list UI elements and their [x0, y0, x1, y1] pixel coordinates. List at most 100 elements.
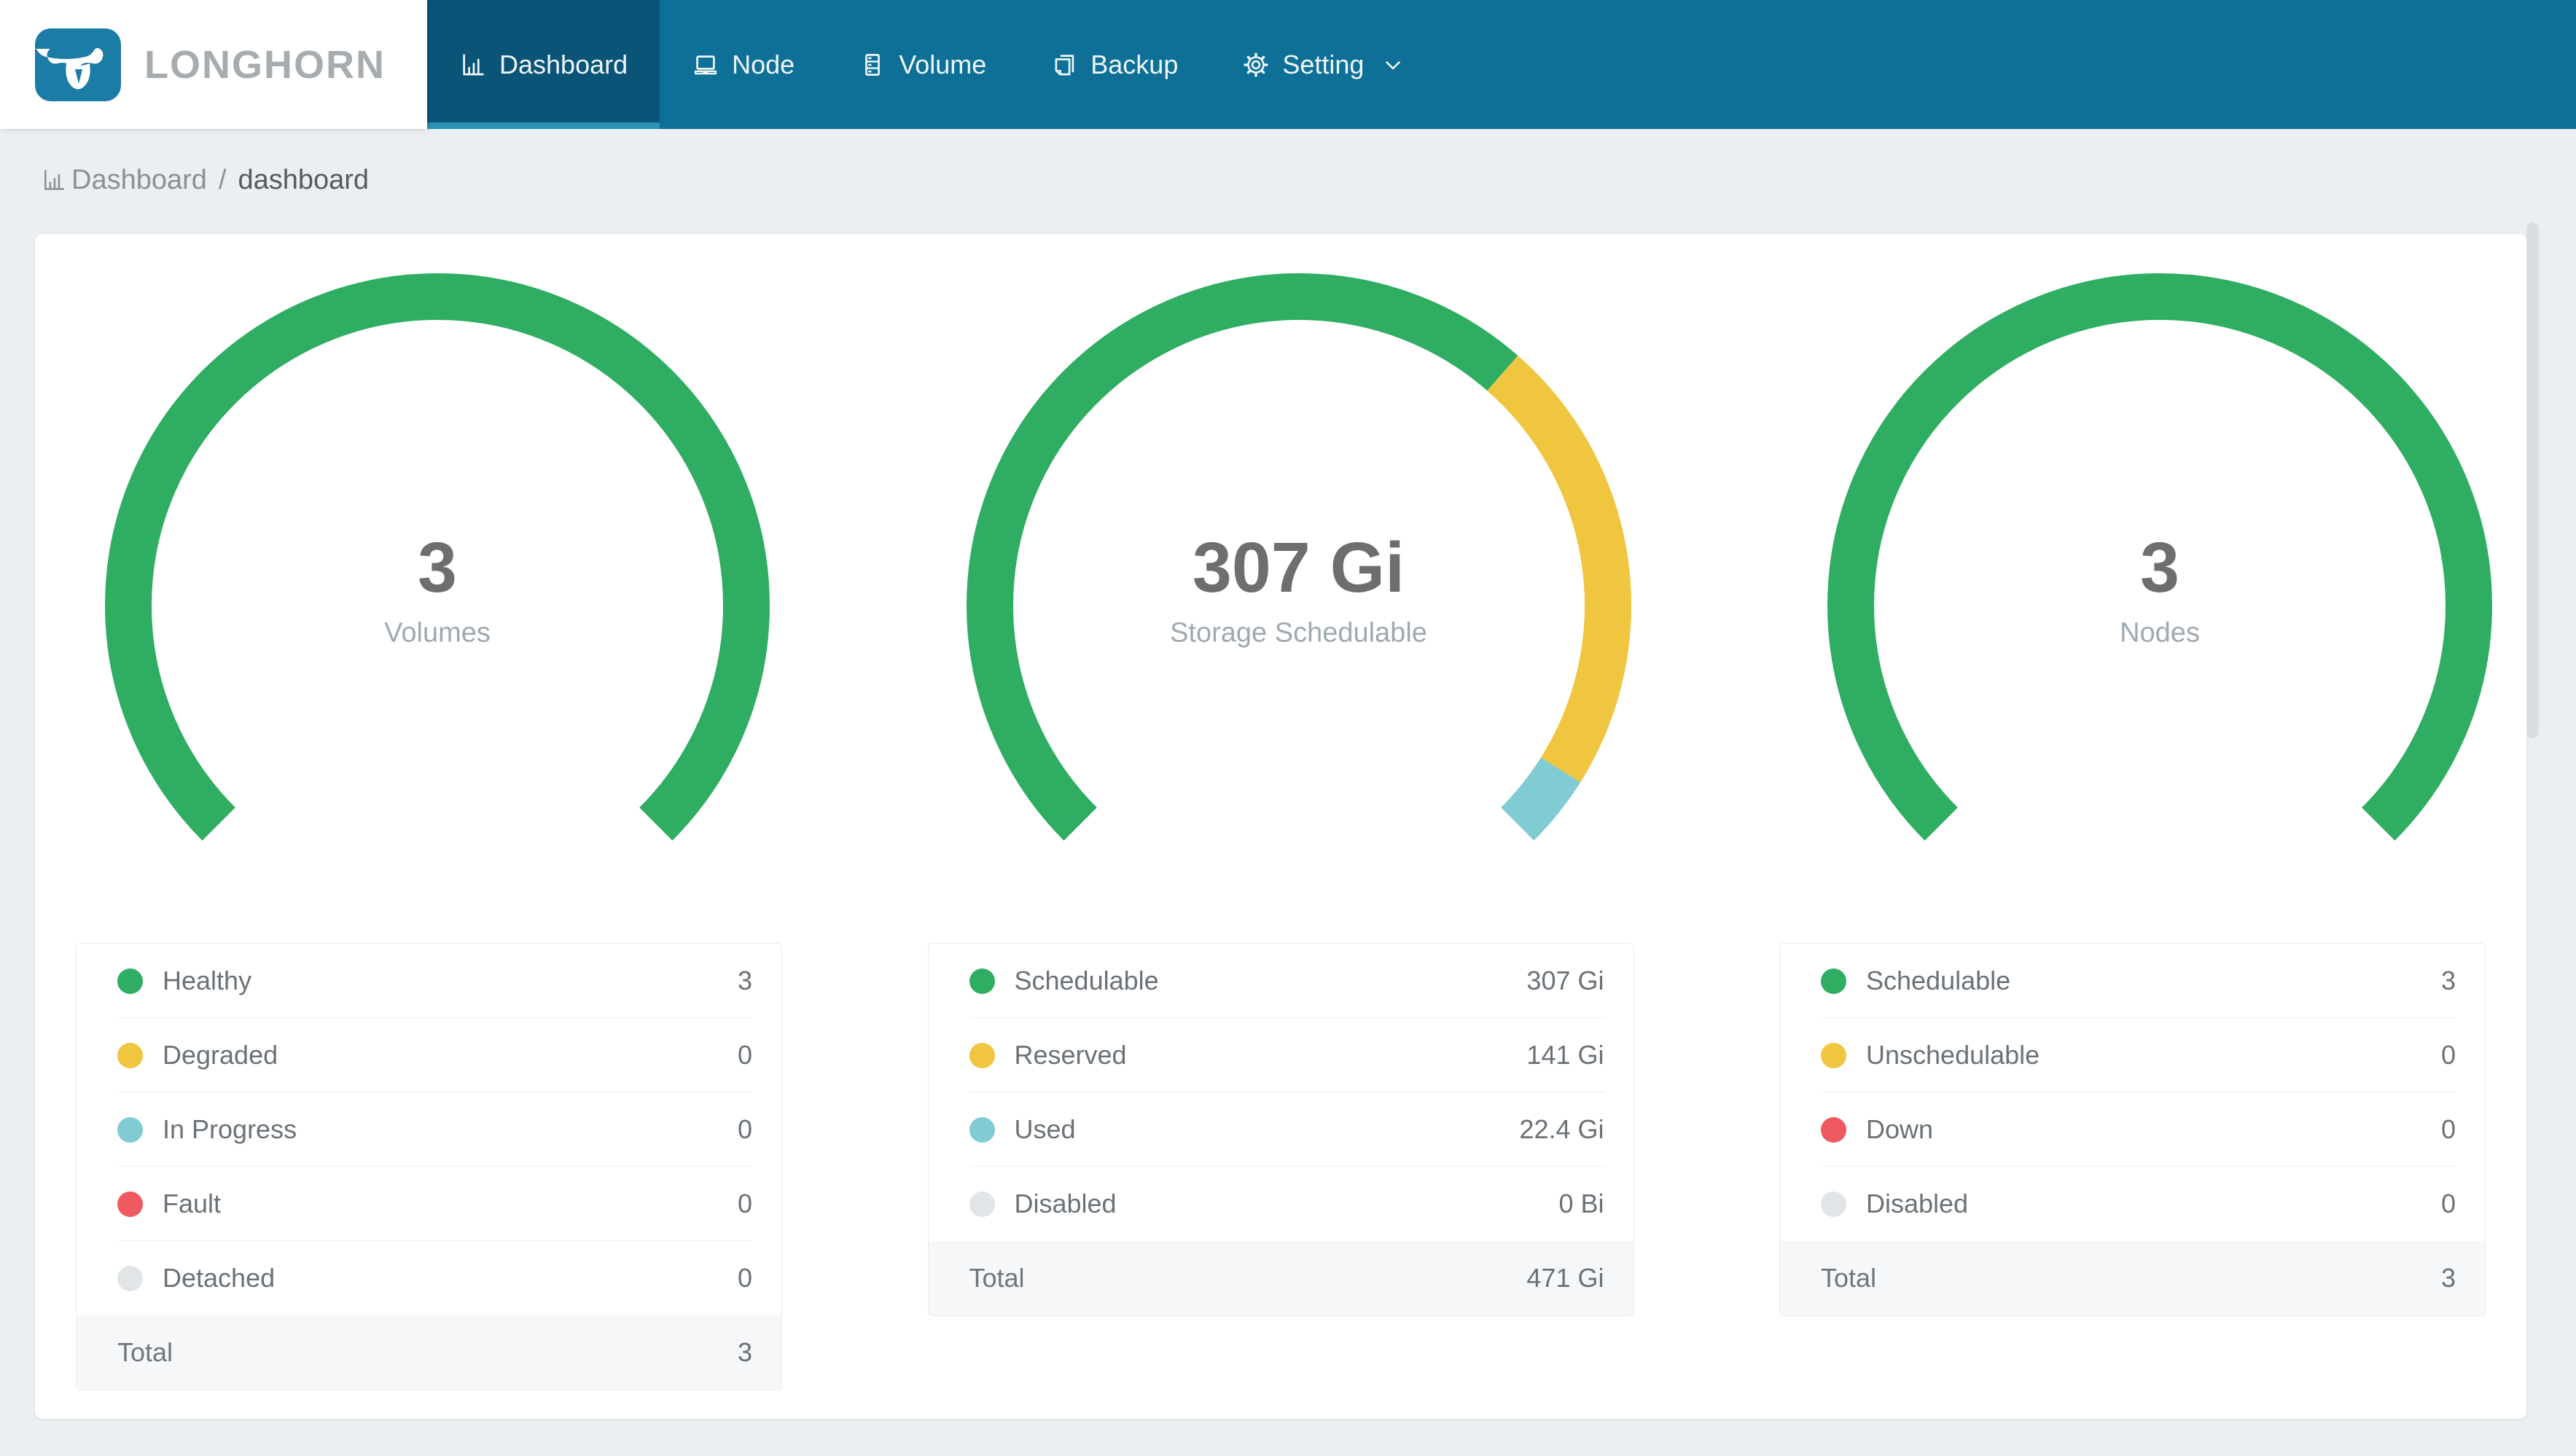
status-dot-icon	[117, 1191, 143, 1217]
longhorn-logo-icon	[34, 28, 121, 101]
legend-value: 0	[737, 1263, 752, 1293]
legend-row: Schedulable 3	[1780, 944, 2485, 1018]
legend-label: In Progress	[163, 1114, 297, 1144]
status-dot-icon	[969, 968, 995, 994]
breadcrumb-separator: /	[218, 164, 227, 195]
status-dot-icon	[117, 1042, 143, 1068]
status-dot-icon	[117, 1116, 143, 1143]
top-navbar: LONGHORN Dashboard Node Volume Backup Se…	[0, 0, 2576, 129]
status-dot-icon	[1821, 968, 1846, 994]
legend-row: Healthy 3	[77, 944, 781, 1018]
legend-row: In Progress 0	[77, 1092, 781, 1167]
legend-row: Disabled 0	[1780, 1167, 2485, 1241]
legend-row: Reserved 141 Gi	[929, 1018, 1634, 1092]
status-dot-icon	[117, 1265, 143, 1291]
gauge-center-value: 3	[418, 528, 457, 607]
status-dot-icon	[1821, 1116, 1846, 1143]
nav-item-setting[interactable]: Setting	[1210, 0, 1437, 129]
volume-stack-icon	[865, 53, 881, 76]
legend-row: Disabled 0 Bi	[929, 1167, 1634, 1241]
gauge-center-label: Nodes	[2120, 617, 2200, 649]
nav-item-volume[interactable]: Volume	[827, 0, 1018, 129]
legend-row: Detached 0	[77, 1241, 781, 1315]
status-dot-icon	[969, 1116, 995, 1143]
legend-value: 3	[2440, 966, 2456, 995]
legend-row: Used 22.4 Gi	[929, 1092, 1634, 1167]
nav-item-node[interactable]: Node	[660, 0, 827, 129]
bar-chart-icon	[44, 169, 65, 190]
legend-table-storage: Schedulable 307 Gi Reserved 141 Gi Used 22.4 …	[927, 943, 1634, 1316]
legend-value: 0	[2440, 1040, 2456, 1070]
legend-row: Degraded 0	[77, 1018, 781, 1092]
nav-item-label: Volume	[899, 49, 987, 79]
breadcrumb: Dashboard / dashboard	[0, 129, 2576, 231]
legend-total-value: 471 Gi	[1526, 1263, 1604, 1293]
status-dot-icon	[969, 1191, 995, 1217]
gear-icon	[1244, 52, 1268, 77]
legend-total-value: 3	[2440, 1263, 2456, 1293]
legend-total-value: 3	[737, 1337, 752, 1367]
gauge-center-label: Storage Schedulable	[1170, 617, 1427, 649]
bar-chart-icon	[463, 53, 484, 75]
dashboard-card: 3 Volumes 307 Gi Storage Schedulable 3 N…	[35, 234, 2526, 1419]
legend-value: 3	[737, 966, 752, 995]
gauge-center-label: Volumes	[384, 617, 491, 649]
status-dot-icon	[117, 968, 143, 994]
legend-value: 0	[737, 1114, 752, 1144]
legend-label: Detached	[163, 1263, 276, 1293]
legend-row: Schedulable 307 Gi	[929, 944, 1634, 1018]
vertical-scrollbar-thumb[interactable]	[2526, 222, 2539, 738]
legend-label: Down	[1866, 1114, 1934, 1144]
legends-row: Healthy 3 Degraded 0 In Progress 0 Fault 0 Detac…	[35, 943, 2526, 1390]
nav-item-label: Backup	[1090, 49, 1179, 79]
legend-total-label: Total	[1821, 1263, 1877, 1293]
laptop-icon	[695, 55, 717, 74]
nav-item-label: Dashboard	[499, 49, 628, 79]
legend-value: 0	[2440, 1114, 2456, 1144]
status-dot-icon	[1821, 1042, 1846, 1068]
legend-label: Schedulable	[1014, 966, 1159, 995]
gauge-storage: 307 Gi Storage Schedulable	[964, 270, 1634, 941]
legend-value: 307 Gi	[1526, 966, 1604, 995]
legend-table-volumes: Healthy 3 Degraded 0 In Progress 0 Fault 0 Detac…	[76, 943, 782, 1390]
legend-label: Healthy	[163, 966, 252, 995]
nav-item-label: Node	[732, 49, 795, 79]
legend-total-row: Total 3	[1780, 1241, 2485, 1315]
legend-label: Reserved	[1014, 1040, 1127, 1070]
brand-name: LONGHORN	[144, 42, 386, 87]
legend-row: Unschedulable 0	[1780, 1018, 2485, 1092]
breadcrumb-current-page: dashboard	[238, 164, 370, 195]
legend-label: Fault	[163, 1189, 222, 1218]
legend-row: Fault 0	[77, 1167, 781, 1241]
logo[interactable]: LONGHORN	[0, 0, 427, 129]
nav-item-backup[interactable]: Backup	[1018, 0, 1210, 129]
legend-label: Unschedulable	[1866, 1040, 2040, 1070]
status-dot-icon	[969, 1042, 995, 1068]
legend-total-row: Total 471 Gi	[928, 1241, 1634, 1315]
legend-value: 0	[737, 1189, 752, 1218]
legend-label: Disabled	[1866, 1189, 1969, 1218]
legend-value: 0	[737, 1040, 752, 1070]
gauge-arc-segment	[1500, 757, 1580, 841]
nav-item-dashboard[interactable]: Dashboard	[427, 0, 660, 129]
gauge-nodes: 3 Nodes	[1824, 270, 2495, 941]
copy-icon	[1055, 54, 1074, 75]
chevron-down-icon	[1386, 60, 1401, 70]
legend-row: Down 0	[1780, 1092, 2485, 1167]
legend-label: Degraded	[163, 1040, 278, 1070]
status-dot-icon	[1821, 1191, 1846, 1217]
gauge-center-value: 3	[2140, 528, 2179, 607]
legend-total-label: Total	[117, 1337, 173, 1367]
gauges-row: 3 Volumes 307 Gi Storage Schedulable 3 N…	[35, 234, 2526, 941]
gauge-center-value: 307 Gi	[1192, 528, 1405, 607]
legend-value: 141 Gi	[1526, 1040, 1604, 1070]
legend-value: 0	[2440, 1189, 2456, 1218]
gauge-volumes: 3 Volumes	[102, 270, 773, 941]
legend-value: 22.4 Gi	[1519, 1114, 1604, 1144]
legend-label: Schedulable	[1866, 966, 2011, 995]
breadcrumb-section[interactable]: Dashboard	[71, 165, 207, 196]
legend-label: Disabled	[1014, 1189, 1117, 1218]
nav-item-label: Setting	[1282, 49, 1365, 79]
legend-total-row: Total 3	[77, 1315, 781, 1390]
legend-label: Used	[1014, 1114, 1076, 1144]
